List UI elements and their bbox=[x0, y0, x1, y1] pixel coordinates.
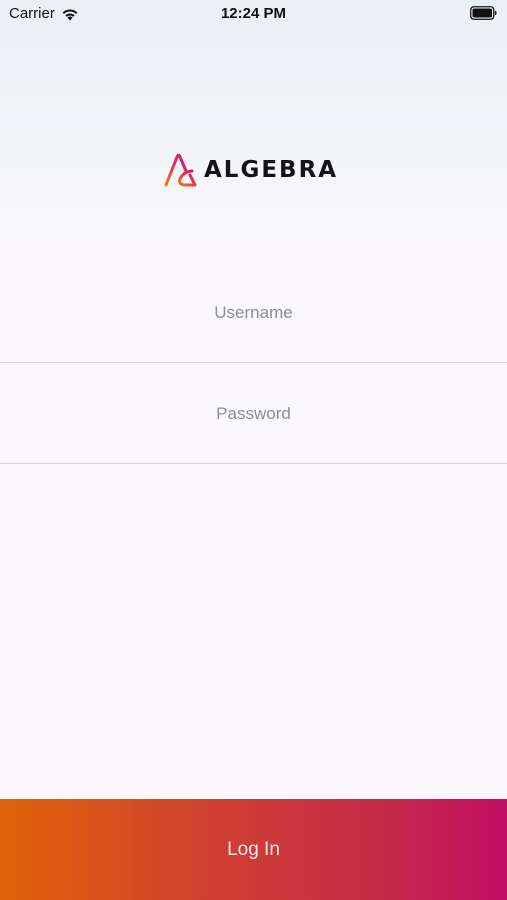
brand-name: ALGEBRA bbox=[204, 157, 339, 183]
password-field-container bbox=[0, 364, 507, 464]
status-bar: Carrier 12:24 PM bbox=[0, 0, 507, 28]
login-button[interactable]: Log In bbox=[0, 799, 507, 900]
username-input[interactable] bbox=[0, 263, 507, 362]
battery-icon bbox=[470, 6, 497, 20]
algebra-logo-icon bbox=[164, 153, 197, 187]
brand-logo: ALGEBRA bbox=[162, 150, 352, 190]
username-field-container bbox=[0, 263, 507, 363]
password-input[interactable] bbox=[0, 364, 507, 463]
status-time: 12:24 PM bbox=[220, 5, 287, 22]
